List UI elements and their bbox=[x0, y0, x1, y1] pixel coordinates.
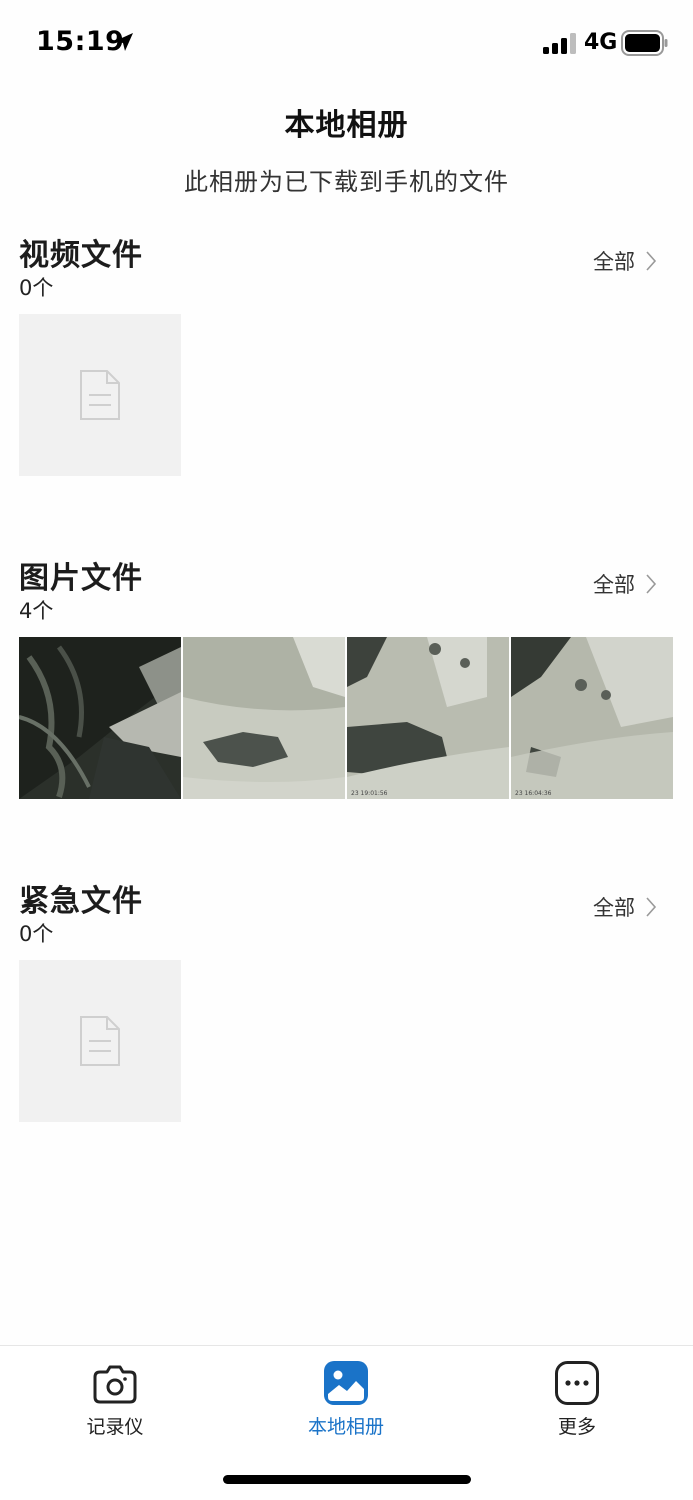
view-all-emergency-button[interactable]: 全部 bbox=[593, 892, 657, 922]
view-all-images-button[interactable]: 全部 bbox=[593, 569, 657, 599]
section-count: 0个 bbox=[19, 922, 54, 946]
tab-recorder[interactable]: 记录仪 bbox=[55, 1360, 175, 1439]
section-count: 0个 bbox=[19, 276, 54, 300]
section-title: 紧急文件 bbox=[19, 884, 143, 919]
home-indicator bbox=[223, 1475, 471, 1484]
tab-label: 记录仪 bbox=[86, 1416, 144, 1438]
photo-thumbnail[interactable]: 23 16:04:36 bbox=[511, 637, 673, 799]
tab-more[interactable]: 更多 bbox=[517, 1360, 637, 1439]
page-title: 本地相册 bbox=[284, 108, 409, 143]
photo-thumbnail[interactable] bbox=[183, 637, 345, 799]
photo-grid: 23 19:01:56 23 16:04:36 bbox=[19, 637, 673, 799]
camera-icon bbox=[93, 1365, 137, 1404]
empty-file-placeholder bbox=[19, 314, 181, 476]
view-all-label: 全部 bbox=[593, 573, 635, 597]
battery-icon bbox=[621, 30, 668, 56]
more-icon bbox=[555, 1361, 599, 1405]
photo-thumbnail[interactable] bbox=[19, 637, 181, 799]
tab-label: 更多 bbox=[557, 1416, 596, 1438]
file-icon bbox=[80, 370, 120, 420]
location-arrow-icon bbox=[115, 33, 133, 51]
section-title: 图片文件 bbox=[19, 561, 143, 596]
chevron-right-icon bbox=[646, 897, 657, 917]
view-all-label: 全部 bbox=[593, 250, 635, 274]
view-all-videos-button[interactable]: 全部 bbox=[593, 246, 657, 276]
photo-thumbnail[interactable]: 23 19:01:56 bbox=[347, 637, 509, 799]
tab-label: 本地相册 bbox=[307, 1416, 384, 1438]
status-bar: 15:19 4G bbox=[0, 0, 693, 86]
tab-local-album[interactable]: 本地相册 bbox=[286, 1360, 406, 1439]
section-title: 视频文件 bbox=[19, 238, 143, 273]
album-icon bbox=[324, 1361, 368, 1405]
svg-text:23 19:01:56: 23 19:01:56 bbox=[351, 790, 388, 797]
chevron-right-icon bbox=[646, 251, 657, 271]
empty-file-placeholder bbox=[19, 960, 181, 1122]
network-label: 4G bbox=[584, 30, 618, 55]
signal-icon bbox=[543, 33, 576, 54]
section-image-files: 图片文件 4个 全部 23 19:01:56 23 16:04:36 bbox=[0, 553, 693, 833]
file-icon bbox=[80, 1016, 120, 1066]
section-emergency-files: 紧急文件 0个 全部 bbox=[0, 876, 693, 1156]
page-subtitle: 此相册为已下载到手机的文件 bbox=[184, 168, 509, 196]
svg-text:23 16:04:36: 23 16:04:36 bbox=[515, 790, 552, 797]
app-screen: 15:19 4G 本地相册 此相册为已下载到手机的文件 视频文件 0个 全部 图… bbox=[0, 0, 693, 1500]
section-video-files: 视频文件 0个 全部 bbox=[0, 230, 693, 510]
section-count: 4个 bbox=[19, 599, 54, 623]
view-all-label: 全部 bbox=[593, 896, 635, 920]
chevron-right-icon bbox=[646, 574, 657, 594]
